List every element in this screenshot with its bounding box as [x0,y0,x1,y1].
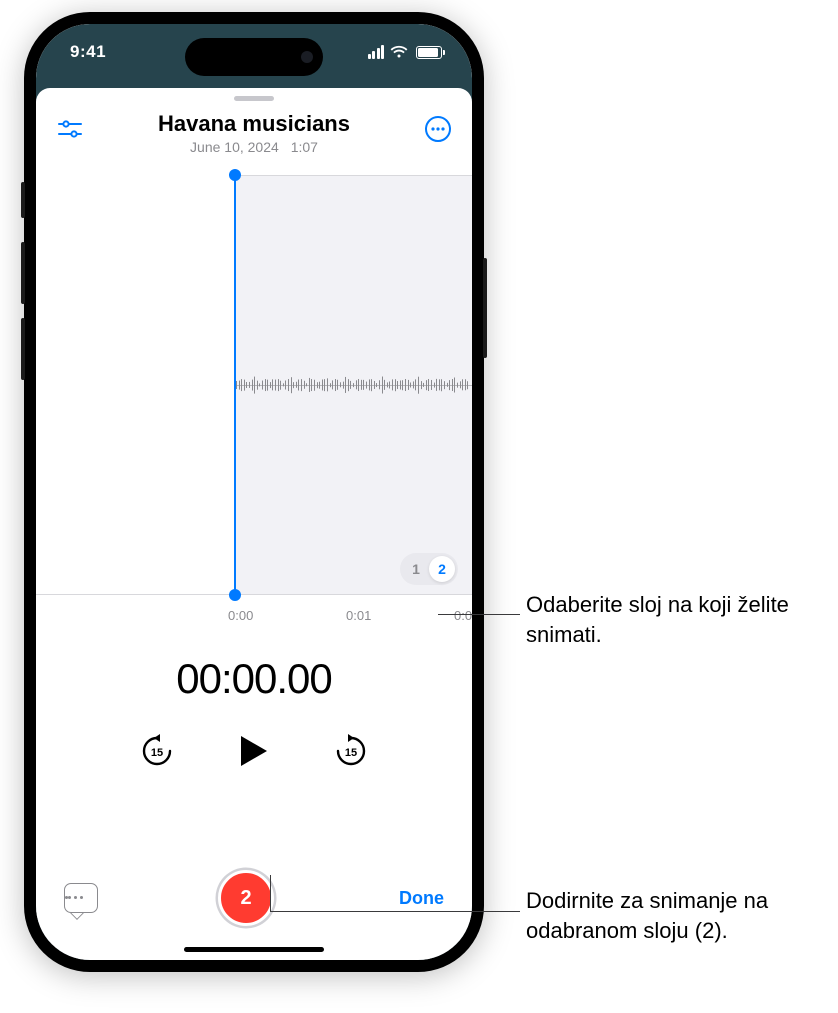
more-options-icon[interactable] [424,115,452,143]
header-row: Havana musicians June 10, 2024 1:07 [36,107,472,161]
recording-subtitle: June 10, 2024 1:07 [84,139,424,155]
side-button [21,182,25,218]
volume-down-button [21,318,25,380]
playhead[interactable] [234,175,236,595]
phone-frame: 9:41 [24,12,484,972]
home-indicator[interactable] [184,947,324,952]
playback-timer: 00:00.00 [36,655,472,703]
bottom-toolbar: 2 Done [36,860,472,960]
sheet-grabber[interactable] [234,96,274,101]
wifi-icon [390,45,408,59]
callout-record: Dodirnite za snimanje na odabranom sloju… [526,886,826,945]
recording-sheet: Havana musicians June 10, 2024 1:07 [36,88,472,960]
sheet-background: Havana musicians June 10, 2024 1:07 [36,80,472,960]
recording-title[interactable]: Havana musicians [84,111,424,137]
status-time: 9:41 [70,42,106,62]
power-button [483,258,487,358]
callout-line [438,614,520,615]
playback-controls: 15 15 [36,731,472,771]
battery-icon [416,46,442,59]
recording-duration: 1:07 [291,139,318,155]
layer-selector[interactable]: 1 2 [400,553,458,585]
play-button[interactable] [234,731,274,771]
svg-text:15: 15 [345,747,357,759]
callout-line [270,911,520,912]
record-button[interactable]: 2 [218,870,274,926]
ruler-row [36,595,472,627]
settings-sliders-icon[interactable] [56,115,84,143]
cellular-signal-icon [368,45,385,59]
skip-back-15-button[interactable]: 15 [140,734,174,768]
recording-date: June 10, 2024 [190,139,279,155]
layer-option-1[interactable]: 1 [403,556,429,582]
phone-screen: 9:41 [36,24,472,960]
svg-text:15: 15 [151,747,163,759]
waveform-audio [236,374,472,396]
volume-up-button [21,242,25,304]
record-layer-badge: 2 [240,887,251,910]
waveform-area[interactable]: 1 2 0:00 0:01 0:0 [36,175,472,595]
dynamic-island [185,38,323,76]
callout-layers: Odaberite sloj na koji želite snimati. [526,590,816,649]
layer-option-2[interactable]: 2 [429,556,455,582]
done-button[interactable]: Done [394,888,444,909]
skip-forward-15-button[interactable]: 15 [334,734,368,768]
transcript-button[interactable] [64,883,98,913]
